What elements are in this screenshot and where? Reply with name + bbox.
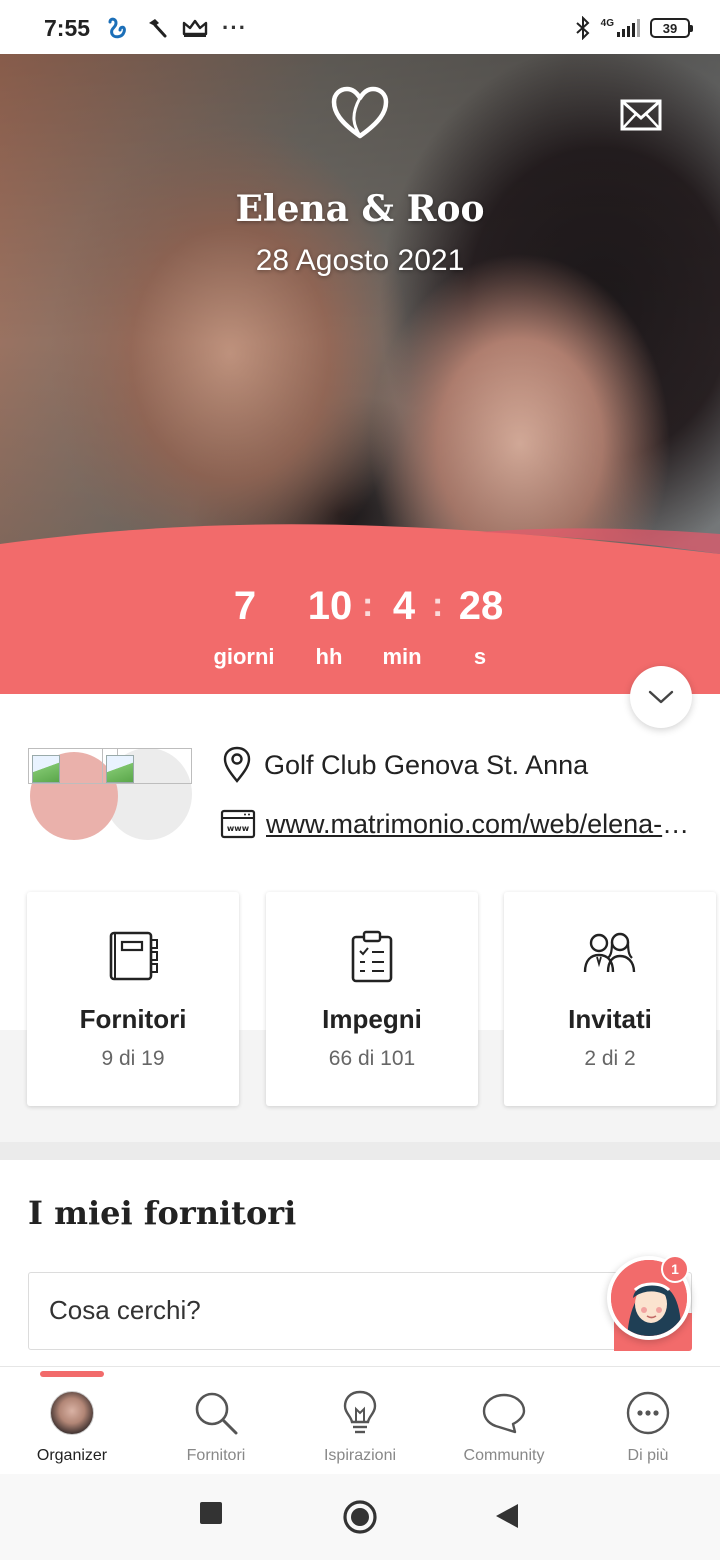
system-status: 4G 39 xyxy=(575,16,693,40)
chevron-down-icon xyxy=(648,690,674,704)
mail-icon[interactable] xyxy=(620,98,662,132)
countdown-days: 7 xyxy=(233,584,257,628)
organizer-screen: 7:55 ··· 4G 39 Elena & Roo 28 Agosto 202… xyxy=(0,0,720,1560)
more-notifications-icon: ··· xyxy=(222,15,248,40)
speech-bubble-icon xyxy=(482,1393,526,1434)
nav-label: Fornitori xyxy=(186,1447,246,1464)
guests-icon xyxy=(583,932,636,973)
signal-icon xyxy=(617,19,640,37)
hammer-icon xyxy=(149,19,167,38)
lightbulb-icon xyxy=(343,1390,377,1434)
home-icon[interactable] xyxy=(342,1499,378,1535)
venue-name: Golf Club Genova St. Anna xyxy=(264,749,589,780)
nav-label: Organizer xyxy=(36,1447,108,1464)
couple-avatars[interactable] xyxy=(28,748,198,844)
countdown-seconds-label: s xyxy=(473,644,487,669)
hero-header: Elena & Roo 28 Agosto 2021 7 10 : 4 : 28… xyxy=(0,54,720,694)
svg-text:www: www xyxy=(227,824,250,833)
checklist-icon xyxy=(351,930,393,983)
nav-label: Community xyxy=(463,1447,545,1464)
website-row[interactable]: www www.matrimonio.com/web/elena-e-roo xyxy=(220,808,694,840)
search-placeholder: Cosa cerchi? xyxy=(49,1295,201,1325)
network-type-label: 4G xyxy=(600,18,614,29)
card-count: 2 di 2 xyxy=(584,1047,636,1070)
location-pin-icon xyxy=(223,746,251,783)
countdown-days-label: giorni xyxy=(213,644,275,669)
heart-logo-icon xyxy=(331,86,389,139)
bluetooth-icon xyxy=(575,16,590,40)
card-title: Impegni xyxy=(322,1004,422,1034)
nav-fornitori[interactable]: Fornitori xyxy=(151,1389,281,1465)
system-navigation-bar xyxy=(0,1474,720,1560)
countdown-hours-label: hh xyxy=(315,644,343,669)
countdown-hours: 10 xyxy=(307,584,353,628)
countdown-seconds: 28 xyxy=(458,584,504,628)
card-fornitori[interactable]: Fornitori 9 di 19 xyxy=(27,892,239,1106)
more-options-icon xyxy=(626,1391,670,1435)
wedding-countdown: 7 10 : 4 : 28 giorni hh min s xyxy=(0,584,720,694)
card-title: Invitati xyxy=(568,1004,652,1034)
recent-apps-icon[interactable] xyxy=(199,1501,223,1525)
card-title: Fornitori xyxy=(79,1004,187,1034)
status-bar: 7:55 ··· 4G 39 xyxy=(0,0,720,56)
status-time: 7:55 xyxy=(44,14,91,41)
countdown-minutes-label: min xyxy=(382,644,422,669)
broken-image-icon xyxy=(102,748,192,784)
card-count: 66 di 101 xyxy=(328,1047,416,1070)
nav-ispirazioni[interactable]: Ispirazioni xyxy=(295,1389,425,1465)
search-icon xyxy=(195,1392,238,1435)
section-title: I miei fornitori xyxy=(28,1194,297,1232)
couple-name: Elena & Roo xyxy=(235,188,485,230)
user-avatar xyxy=(50,1391,94,1435)
notification-badge: 1 xyxy=(661,1255,689,1283)
nav-label: Di più xyxy=(627,1447,669,1464)
address-book-icon xyxy=(109,931,158,981)
battery-icon: 39 xyxy=(650,18,693,38)
battery-level: 39 xyxy=(662,20,678,36)
notification-icons: ··· xyxy=(106,15,247,41)
nav-community[interactable]: Community xyxy=(439,1389,569,1465)
card-invitati[interactable]: Invitati 2 di 2 xyxy=(504,892,716,1106)
vendor-search-input[interactable]: Cosa cerchi? xyxy=(28,1272,692,1351)
back-icon[interactable] xyxy=(494,1502,520,1530)
expand-header-button[interactable] xyxy=(630,666,692,728)
website-icon: www xyxy=(220,809,256,839)
card-count: 9 di 19 xyxy=(101,1047,165,1070)
nav-di-piu[interactable]: Di più xyxy=(583,1389,713,1465)
bottom-navigation: Organizer Fornitori Ispirazioni Communit… xyxy=(0,1366,720,1474)
nav-organizer[interactable]: Organizer xyxy=(7,1389,137,1465)
crown-icon xyxy=(182,19,208,37)
card-impegni[interactable]: Impegni 66 di 101 xyxy=(266,892,478,1106)
wedding-date: 28 Agosto 2021 xyxy=(255,244,465,277)
nav-label: Ispirazioni xyxy=(323,1447,397,1464)
app-notification-icon xyxy=(108,17,126,39)
active-tab-indicator xyxy=(40,1371,104,1377)
venue-row[interactable]: Golf Club Genova St. Anna xyxy=(220,746,588,784)
wedding-website-link[interactable]: www.matrimonio.com/web/elena-e-roo xyxy=(266,809,694,840)
